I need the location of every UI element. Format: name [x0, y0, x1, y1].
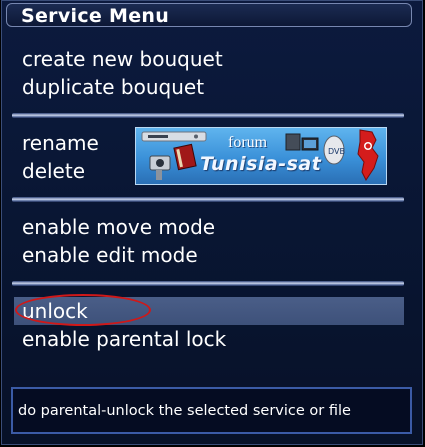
menu-item-enable-edit-mode[interactable]: enable edit mode	[22, 241, 198, 269]
satellite-dish-icon: DVB	[323, 135, 345, 165]
menu-item-duplicate-bouquet[interactable]: duplicate bouquet	[22, 73, 204, 101]
tunisia-map-icon	[357, 129, 379, 181]
separator	[12, 113, 404, 118]
book-icon	[173, 143, 197, 171]
banner-site-name: Tunisia-sat	[200, 153, 322, 175]
title-bar: Service Menu	[6, 3, 412, 27]
menu-item-create-new-bouquet[interactable]: create new bouquet	[22, 45, 223, 73]
red-annotation-oval	[15, 294, 151, 326]
menu-item-rename[interactable]: rename	[22, 129, 99, 157]
service-menu-window: Service Menu create new bouquet duplicat…	[1, 0, 423, 445]
dvb-badge: DVB	[328, 147, 345, 156]
forum-banner-logo: DVB forum Tunisia-sat	[135, 127, 387, 185]
camera-icon	[149, 155, 171, 180]
status-box: do parental-unlock the selected service …	[11, 387, 412, 434]
menu-item-delete[interactable]: delete	[22, 157, 85, 185]
status-text: do parental-unlock the selected service …	[18, 403, 351, 419]
pc-icon	[285, 133, 319, 151]
banner-forum-text: forum	[228, 134, 268, 151]
menu-item-enable-move-mode[interactable]: enable move mode	[22, 213, 215, 241]
separator	[12, 197, 404, 202]
window-title: Service Menu	[21, 5, 170, 27]
menu-item-enable-parental-lock[interactable]: enable parental lock	[22, 325, 226, 353]
separator	[12, 281, 404, 286]
satellite-receiver-icon	[141, 131, 207, 142]
